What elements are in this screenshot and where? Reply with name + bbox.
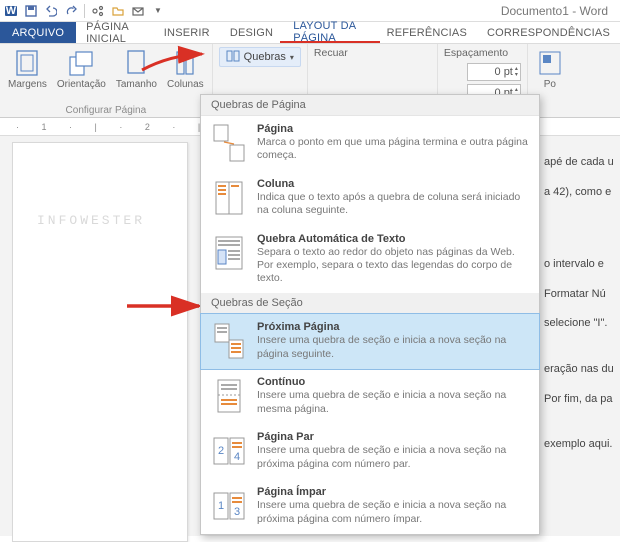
section-breaks-header: Quebras de Seção	[201, 293, 539, 314]
orientation-label: Orientação	[57, 79, 106, 90]
svg-text:2: 2	[218, 445, 224, 457]
page-canvas[interactable]: INFOWESTER	[12, 142, 188, 542]
body-line: Formatar Nú	[544, 286, 620, 304]
break-odd-page-desc: Insere uma quebra de seção e inicia a no…	[257, 499, 529, 525]
break-odd-page-title: Página Ímpar	[257, 486, 529, 498]
margins-icon	[13, 48, 41, 78]
qat-dropdown-icon[interactable]: ▼	[151, 4, 165, 18]
break-next-page-icon	[211, 321, 247, 361]
spinner-arrows-icon[interactable]: ▴▾	[515, 66, 518, 78]
break-page-title: Página	[257, 123, 529, 135]
break-textwrap-item[interactable]: Quebra Automática de TextoSepara o texto…	[201, 226, 539, 293]
tab-file[interactable]: ARQUIVO	[0, 22, 76, 43]
svg-text:3: 3	[234, 506, 240, 518]
tab-home[interactable]: PÁGINA INICIAL	[76, 22, 154, 43]
position-label: Po	[544, 79, 556, 90]
break-odd-page-item[interactable]: 13 Página ÍmparInsere uma quebra de seçã…	[201, 479, 539, 534]
svg-text:W: W	[6, 5, 17, 17]
break-continuous-desc: Insere uma quebra de seção e inicia a no…	[257, 389, 529, 415]
chevron-down-icon: ▾	[290, 53, 294, 62]
position-icon	[536, 48, 564, 78]
break-textwrap-icon	[211, 233, 247, 273]
indent-label: Recuar	[314, 47, 431, 59]
spacing-before-spinner[interactable]: 0 pt▴▾	[467, 63, 521, 81]
break-column-desc: Indica que o texto após a quebra de colu…	[257, 191, 529, 217]
body-line: exemplo aqui.	[544, 436, 620, 454]
break-page-item[interactable]: PáginaMarca o ponto em que uma página te…	[201, 116, 539, 171]
clipped-body-text: apé de cada u a 42), como e o intervalo …	[544, 154, 620, 466]
break-column-item[interactable]: ColunaIndica que o texto após a quebra d…	[201, 171, 539, 226]
break-even-page-title: Página Par	[257, 431, 529, 443]
size-icon	[122, 48, 150, 78]
break-odd-page-icon: 13	[211, 486, 247, 526]
body-line: apé de cada u	[544, 154, 620, 172]
body-line: eração nas du	[544, 361, 620, 379]
break-continuous-title: Contínuo	[257, 376, 529, 388]
break-next-page-title: Próxima Página	[257, 321, 529, 333]
break-continuous-item[interactable]: ContínuoInsere uma quebra de seção e ini…	[201, 369, 539, 424]
email-icon[interactable]	[131, 4, 145, 18]
break-textwrap-desc: Separa o texto ao redor do objeto nas pá…	[257, 246, 529, 285]
columns-label: Colunas	[167, 79, 204, 90]
body-line: Por fim, da pa	[544, 391, 620, 409]
tab-references[interactable]: REFERÊNCIAS	[377, 22, 477, 43]
body-line: a 42), como e	[544, 184, 620, 202]
breaks-button[interactable]: Quebras ▾	[219, 47, 301, 67]
spacing-label: Espaçamento	[444, 47, 521, 59]
spacing-before-value: 0 pt	[495, 66, 513, 78]
body-line: selecione "I".	[544, 315, 620, 333]
svg-text:4: 4	[234, 451, 240, 463]
break-even-page-desc: Insere uma quebra de seção e inicia a no…	[257, 444, 529, 470]
open-icon[interactable]	[111, 4, 125, 18]
group-page-setup: Margens Orientação Tamanho Colunas Confi…	[0, 44, 213, 117]
ribbon: Margens Orientação Tamanho Colunas Confi…	[0, 44, 620, 118]
page-breaks-header: Quebras de Página	[201, 95, 539, 116]
break-even-page-item[interactable]: 24 Página ParInsere uma quebra de seção …	[201, 424, 539, 479]
break-continuous-icon	[211, 376, 247, 416]
orientation-button[interactable]: Orientação	[55, 46, 108, 92]
break-page-desc: Marca o ponto em que uma página termina …	[257, 136, 529, 162]
tab-page-layout[interactable]: LAYOUT DA PÁGINA	[283, 22, 376, 43]
size-label: Tamanho	[116, 79, 157, 90]
orientation-icon	[67, 48, 95, 78]
redo-icon[interactable]	[64, 4, 78, 18]
break-even-page-icon: 24	[211, 431, 247, 471]
columns-button[interactable]: Colunas	[165, 46, 206, 92]
body-line: o intervalo e	[544, 256, 620, 274]
margins-button[interactable]: Margens	[6, 46, 49, 92]
breaks-label: Quebras	[244, 51, 286, 63]
undo-icon[interactable]	[44, 4, 58, 18]
margins-label: Margens	[8, 79, 47, 90]
save-icon[interactable]	[24, 4, 38, 18]
ribbon-tabs: ARQUIVO PÁGINA INICIAL INSERIR DESIGN LA…	[0, 22, 620, 44]
break-column-icon	[211, 178, 247, 218]
breaks-dropdown-panel: Quebras de Página PáginaMarca o ponto em…	[200, 94, 540, 535]
break-column-title: Coluna	[257, 178, 529, 190]
tab-insert[interactable]: INSERIR	[154, 22, 220, 43]
position-button[interactable]: Po	[534, 46, 566, 92]
columns-icon	[171, 48, 199, 78]
share-icon[interactable]	[91, 4, 105, 18]
watermark-text: INFOWESTER	[37, 213, 145, 228]
break-textwrap-title: Quebra Automática de Texto	[257, 233, 529, 245]
qat-separator	[84, 4, 85, 18]
word-app-icon: W	[4, 4, 18, 18]
size-button[interactable]: Tamanho	[114, 46, 159, 92]
breaks-icon	[226, 50, 240, 65]
tab-design[interactable]: DESIGN	[220, 22, 283, 43]
group-page-setup-label: Configurar Página	[6, 105, 206, 116]
svg-text:1: 1	[218, 500, 224, 512]
break-next-page-desc: Insere uma quebra de seção e inicia a no…	[257, 334, 529, 360]
break-page-icon	[211, 123, 247, 163]
window-title: Documento1 - Word	[501, 4, 616, 18]
tab-mail[interactable]: CORRESPONDÊNCIAS	[477, 22, 620, 43]
break-next-page-item[interactable]: Próxima PáginaInsere uma quebra de seção…	[201, 314, 539, 369]
